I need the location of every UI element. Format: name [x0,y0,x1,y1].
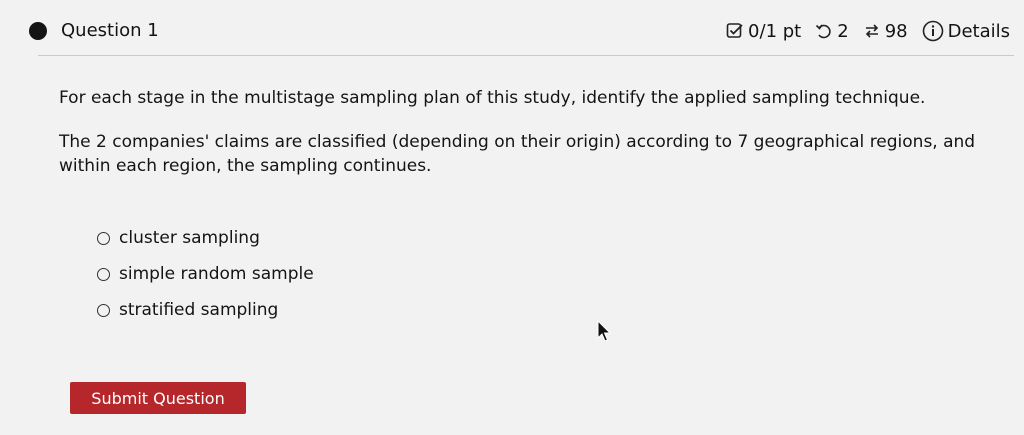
score-value: 0/1 pt [748,20,802,42]
info-icon[interactable] [922,20,944,42]
attempts-count: 98 [884,20,908,42]
retry-icon [815,22,833,40]
question-meta: 0/1 pt 2 98 Details [726,17,1010,45]
option-cluster-sampling[interactable]: cluster sampling [97,220,314,256]
option-stratified-sampling[interactable]: stratified sampling [97,292,314,328]
retries-count: 2 [837,20,849,42]
option-label: stratified sampling [119,300,279,320]
answer-options: cluster sampling simple random sample st… [97,220,314,328]
attempts-icon [863,22,881,40]
radio-button[interactable] [97,231,110,245]
question-header: Question 1 0/1 pt 2 98 Details [0,0,1024,56]
details-link[interactable]: Details [948,21,1010,42]
question-title: Question 1 [61,20,159,41]
option-simple-random-sample[interactable]: simple random sample [97,256,314,292]
question-prompt: For each stage in the multistage samplin… [59,88,926,108]
radio-button[interactable] [97,267,110,281]
submit-question-button[interactable]: Submit Question [70,382,246,414]
radio-button[interactable] [97,303,110,317]
option-label: simple random sample [119,264,314,284]
question-context: The 2 companies' claims are classified (… [59,132,976,176]
question-body: For each stage in the multistage samplin… [59,86,1004,178]
option-label: cluster sampling [119,228,260,248]
score-check-icon [726,22,744,40]
mouse-cursor-icon [597,319,612,346]
question-status-dot [29,22,47,40]
header-divider [38,55,1014,56]
